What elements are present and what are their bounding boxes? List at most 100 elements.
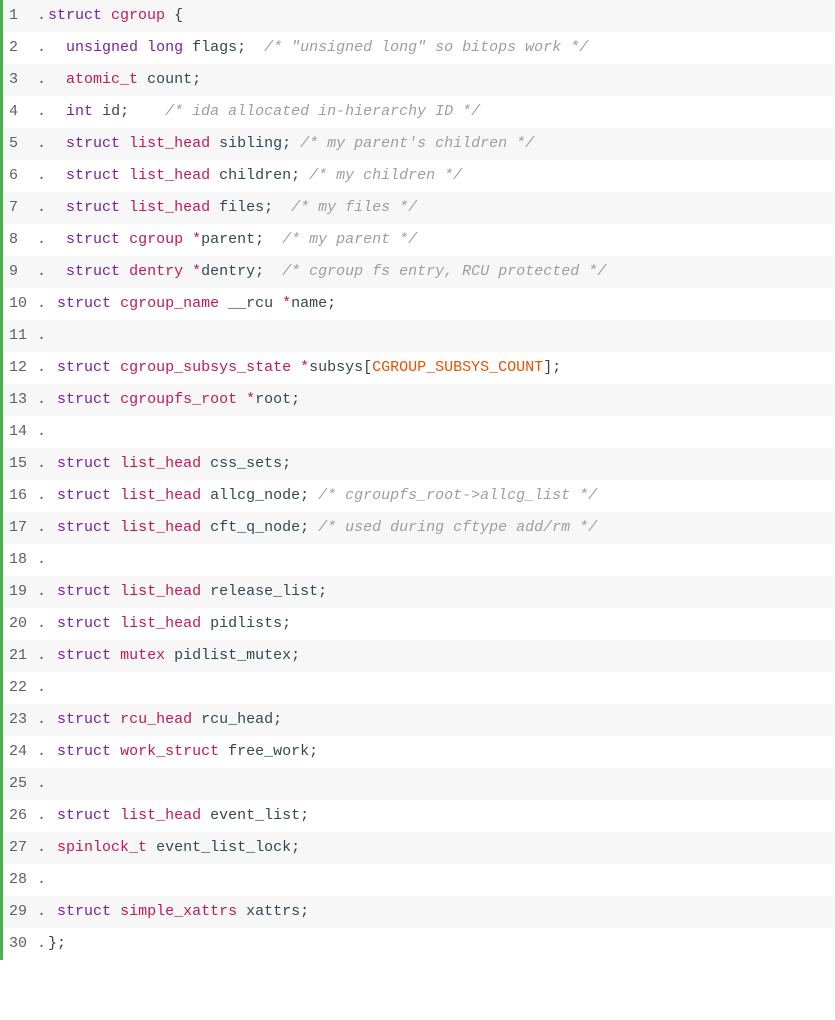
token-kw: struct bbox=[57, 647, 111, 664]
token-space bbox=[147, 839, 156, 856]
code-content: struct cgroup { bbox=[46, 4, 183, 28]
line-number-dot: . bbox=[37, 388, 46, 412]
token-ident: allcg_node bbox=[210, 487, 300, 504]
line-number-dot: . bbox=[37, 164, 46, 188]
token-space bbox=[48, 135, 66, 152]
token-space bbox=[48, 295, 57, 312]
token-space bbox=[48, 583, 57, 600]
code-line: 29. struct simple_xattrs xattrs; bbox=[3, 896, 835, 928]
token-ident: free_work bbox=[228, 743, 309, 760]
token-kw: struct bbox=[66, 135, 120, 152]
line-number-dot: . bbox=[37, 612, 46, 636]
line-number: 29 bbox=[9, 900, 37, 924]
code-content: struct cgroup *parent; /* my parent */ bbox=[46, 228, 417, 252]
token-type: list_head bbox=[120, 519, 201, 536]
token-punct: ; bbox=[318, 583, 327, 600]
token-space bbox=[120, 135, 129, 152]
line-number-dot: . bbox=[37, 260, 46, 284]
token-kw: struct bbox=[66, 199, 120, 216]
token-space bbox=[201, 519, 210, 536]
line-number: 22 bbox=[9, 676, 37, 700]
token-punct: ; bbox=[300, 807, 309, 824]
token-space bbox=[201, 455, 210, 472]
token-space bbox=[183, 231, 192, 248]
code-line: 12. struct cgroup_subsys_state *subsys[C… bbox=[3, 352, 835, 384]
token-punct: ; bbox=[264, 199, 273, 216]
token-space bbox=[48, 807, 57, 824]
token-space bbox=[48, 615, 57, 632]
token-type: spinlock_t bbox=[57, 839, 147, 856]
token-ident: pidlists bbox=[210, 615, 282, 632]
code-line: 15. struct list_head css_sets; bbox=[3, 448, 835, 480]
line-number: 18 bbox=[9, 548, 37, 572]
token-op: * bbox=[192, 231, 201, 248]
token-ident: pidlist_mutex bbox=[174, 647, 291, 664]
line-number: 24 bbox=[9, 740, 37, 764]
line-number-dot: . bbox=[37, 868, 46, 892]
token-space bbox=[138, 39, 147, 56]
token-space bbox=[210, 199, 219, 216]
token-space bbox=[273, 295, 282, 312]
token-type: atomic_t bbox=[66, 71, 138, 88]
token-space bbox=[93, 103, 102, 120]
line-number-dot: . bbox=[37, 516, 46, 540]
token-space bbox=[192, 711, 201, 728]
token-kw: struct bbox=[57, 391, 111, 408]
token-space bbox=[48, 711, 57, 728]
line-number: 14 bbox=[9, 420, 37, 444]
code-content: struct list_head release_list; bbox=[46, 580, 327, 604]
token-space bbox=[48, 743, 57, 760]
line-number-dot: . bbox=[37, 452, 46, 476]
code-content: struct mutex pidlist_mutex; bbox=[46, 644, 300, 668]
line-number-dot: . bbox=[37, 484, 46, 508]
token-kw: struct bbox=[57, 711, 111, 728]
token-op: * bbox=[300, 359, 309, 376]
token-punct: ; bbox=[282, 135, 291, 152]
code-content: struct dentry *dentry; /* cgroup fs entr… bbox=[46, 260, 606, 284]
token-ident: cft_q_node bbox=[210, 519, 300, 536]
line-number: 30 bbox=[9, 932, 37, 956]
line-number-dot: . bbox=[37, 132, 46, 156]
token-space bbox=[138, 71, 147, 88]
token-space bbox=[111, 391, 120, 408]
token-type: list_head bbox=[129, 167, 210, 184]
line-number-dot: . bbox=[37, 548, 46, 572]
token-punct: ; bbox=[291, 391, 300, 408]
token-space bbox=[237, 391, 246, 408]
token-space bbox=[111, 487, 120, 504]
token-kw: struct bbox=[57, 455, 111, 472]
code-line: 5. struct list_head sibling; /* my paren… bbox=[3, 128, 835, 160]
token-space bbox=[165, 647, 174, 664]
token-space bbox=[48, 359, 57, 376]
token-space bbox=[48, 167, 66, 184]
token-ident: event_list_lock bbox=[156, 839, 291, 856]
token-space bbox=[201, 583, 210, 600]
code-content: struct work_struct free_work; bbox=[46, 740, 318, 764]
token-punct: ; bbox=[291, 839, 300, 856]
token-kw: struct bbox=[48, 7, 102, 24]
line-number: 13 bbox=[9, 388, 37, 412]
code-content: spinlock_t event_list_lock; bbox=[46, 836, 300, 860]
code-line: 20. struct list_head pidlists; bbox=[3, 608, 835, 640]
token-space bbox=[48, 39, 66, 56]
token-kw: struct bbox=[57, 519, 111, 536]
token-space bbox=[300, 167, 309, 184]
token-space bbox=[111, 743, 120, 760]
token-type: list_head bbox=[120, 455, 201, 472]
code-line: 30.}; bbox=[3, 928, 835, 960]
line-number: 28 bbox=[9, 868, 37, 892]
token-space bbox=[111, 359, 120, 376]
token-type: cgroup_name bbox=[120, 295, 219, 312]
token-space bbox=[48, 231, 66, 248]
code-line: 3. atomic_t count; bbox=[3, 64, 835, 96]
token-kw: struct bbox=[57, 359, 111, 376]
code-line: 17. struct list_head cft_q_node; /* used… bbox=[3, 512, 835, 544]
token-comment: /* used during cftype add/rm */ bbox=[318, 519, 597, 536]
code-line: 7. struct list_head files; /* my files *… bbox=[3, 192, 835, 224]
code-line: 14. bbox=[3, 416, 835, 448]
token-space bbox=[48, 647, 57, 664]
token-punct: { bbox=[174, 7, 183, 24]
token-kw: struct bbox=[57, 807, 111, 824]
line-number-dot: . bbox=[37, 420, 46, 444]
line-number: 27 bbox=[9, 836, 37, 860]
